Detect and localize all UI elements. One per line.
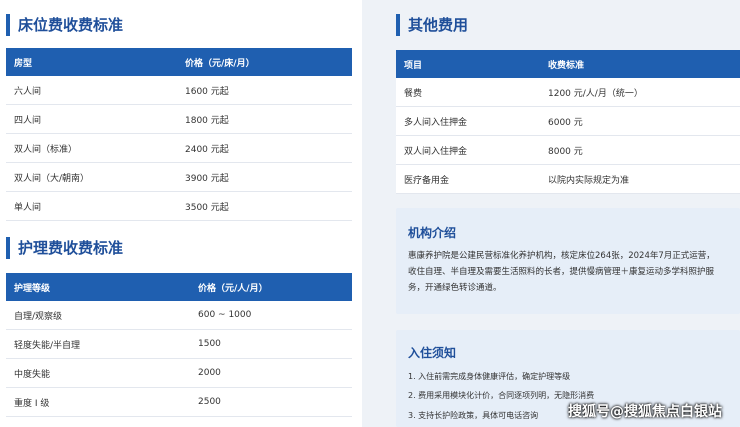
notice-item-1: 1. 入住前需完成身体健康评估，确定护理等级: [408, 372, 571, 381]
table-row: 餐费 1200 元/人/月（统一）: [396, 78, 740, 107]
care-level-cell: 轻度失能/半自理: [6, 329, 190, 359]
column-header-price: 价格（元/人/月）: [190, 273, 352, 301]
care-level-cell: 重度 I 级: [6, 387, 190, 417]
care-fee-title: 护理费收费标准: [6, 237, 123, 259]
table-row: 六人间 1600 元起: [6, 76, 352, 105]
table-row: 双人间（标准） 2400 元起: [6, 133, 352, 163]
care-level-cell: 中度失能: [6, 358, 190, 388]
table-row: 四人间 1800 元起: [6, 104, 352, 134]
price-cell: 2000: [190, 358, 352, 388]
room-type-cell: 六人间: [6, 76, 177, 105]
notice-item-3: 3. 支持长护险政策，具体可电话咨询: [408, 411, 539, 420]
item-cell: 医疗备用金: [396, 164, 540, 194]
table-row: 重度 I 级 2500: [6, 387, 352, 417]
price-cell: 600 ~ 1000: [190, 301, 352, 330]
table-row: 自理/观察级 600 ~ 1000: [6, 301, 352, 330]
column-header-item: 项目: [396, 50, 540, 78]
other-fee-title: 其他费用: [396, 14, 468, 36]
left-column: 床位费收费标准 房型 价格（元/床/月） 六人间 1600 元起 四人间 1800 …: [0, 0, 362, 427]
intro-card: 机构介绍 惠康养护院是公建民营标准化养护机构，核定床位264张，2024年7月正…: [396, 208, 740, 314]
price-cell: 2500: [190, 387, 352, 417]
standard-cell: 6000 元: [540, 106, 740, 136]
standard-cell: 8000 元: [540, 135, 740, 165]
column-header-standard: 收费标准: [540, 50, 740, 78]
standard-cell: 以院内实际规定为准: [540, 164, 740, 194]
notice-title: 入住须知: [408, 346, 457, 360]
price-cell: 1800 元起: [177, 104, 352, 134]
room-type-cell: 单人间: [6, 191, 177, 221]
item-cell: 餐费: [396, 78, 540, 107]
bed-fee-table: 房型 价格（元/床/月） 六人间 1600 元起 四人间 1800 元起 双人间（标…: [6, 48, 352, 221]
intro-line-1: 惠康养护院是公建民营标准化养护机构，核定床位264张，2024年7月正式运营，: [408, 251, 715, 261]
table-header-row: 护理等级 价格（元/人/月）: [6, 273, 352, 301]
intro-title: 机构介绍: [408, 226, 457, 240]
column-header-care-level: 护理等级: [6, 273, 190, 301]
room-type-cell: 四人间: [6, 104, 177, 134]
table-row: 中度失能 2000: [6, 358, 352, 388]
table-row: 双人间（大/朝南） 3900 元起: [6, 162, 352, 192]
price-cell: 3900 元起: [177, 162, 352, 192]
table-row: 多人间入住押金 6000 元: [396, 106, 740, 136]
table-row: 单人间 3500 元起: [6, 191, 352, 221]
intro-line-2: 收住自理、半自理及需要生活照料的长者，提供慢病管理＋康复运动多学科照护服: [408, 267, 715, 277]
room-type-cell: 双人间（标准）: [6, 133, 177, 163]
table-row: 轻度失能/半自理 1500: [6, 329, 352, 359]
standard-cell: 1200 元/人/月（统一）: [540, 78, 740, 107]
table-header-row: 房型 价格（元/床/月）: [6, 48, 352, 76]
column-header-price: 价格（元/床/月）: [177, 48, 352, 76]
price-cell: 2400 元起: [177, 133, 352, 163]
column-header-room-type: 房型: [6, 48, 177, 76]
other-fee-table: 项目 收费标准 餐费 1200 元/人/月（统一） 多人间入住押金 6000 元 双…: [396, 50, 740, 194]
watermark: 搜狐号@搜狐焦点白银站: [568, 404, 722, 420]
table-header-row: 项目 收费标准: [396, 50, 740, 78]
right-column: 其他费用 项目 收费标准 餐费 1200 元/人/月（统一） 多人间入住押金 600…: [372, 0, 740, 427]
price-cell: 3500 元起: [177, 191, 352, 221]
table-row: 医疗备用金 以院内实际规定为准: [396, 164, 740, 194]
intro-line-3: 务，开通绿色转诊通道。: [408, 283, 502, 293]
table-row: 双人间入住押金 8000 元: [396, 135, 740, 165]
notice-item-2: 2. 费用采用模块化计价，合同逐项列明，无隐形消费: [408, 391, 595, 400]
room-type-cell: 双人间（大/朝南）: [6, 162, 177, 192]
price-cell: 1500: [190, 329, 352, 359]
care-fee-table: 护理等级 价格（元/人/月） 自理/观察级 600 ~ 1000 轻度失能/半自理…: [6, 273, 352, 417]
item-cell: 多人间入住押金: [396, 106, 540, 136]
item-cell: 双人间入住押金: [396, 135, 540, 165]
price-cell: 1600 元起: [177, 76, 352, 105]
bed-fee-title: 床位费收费标准: [6, 14, 123, 36]
care-level-cell: 自理/观察级: [6, 301, 190, 330]
